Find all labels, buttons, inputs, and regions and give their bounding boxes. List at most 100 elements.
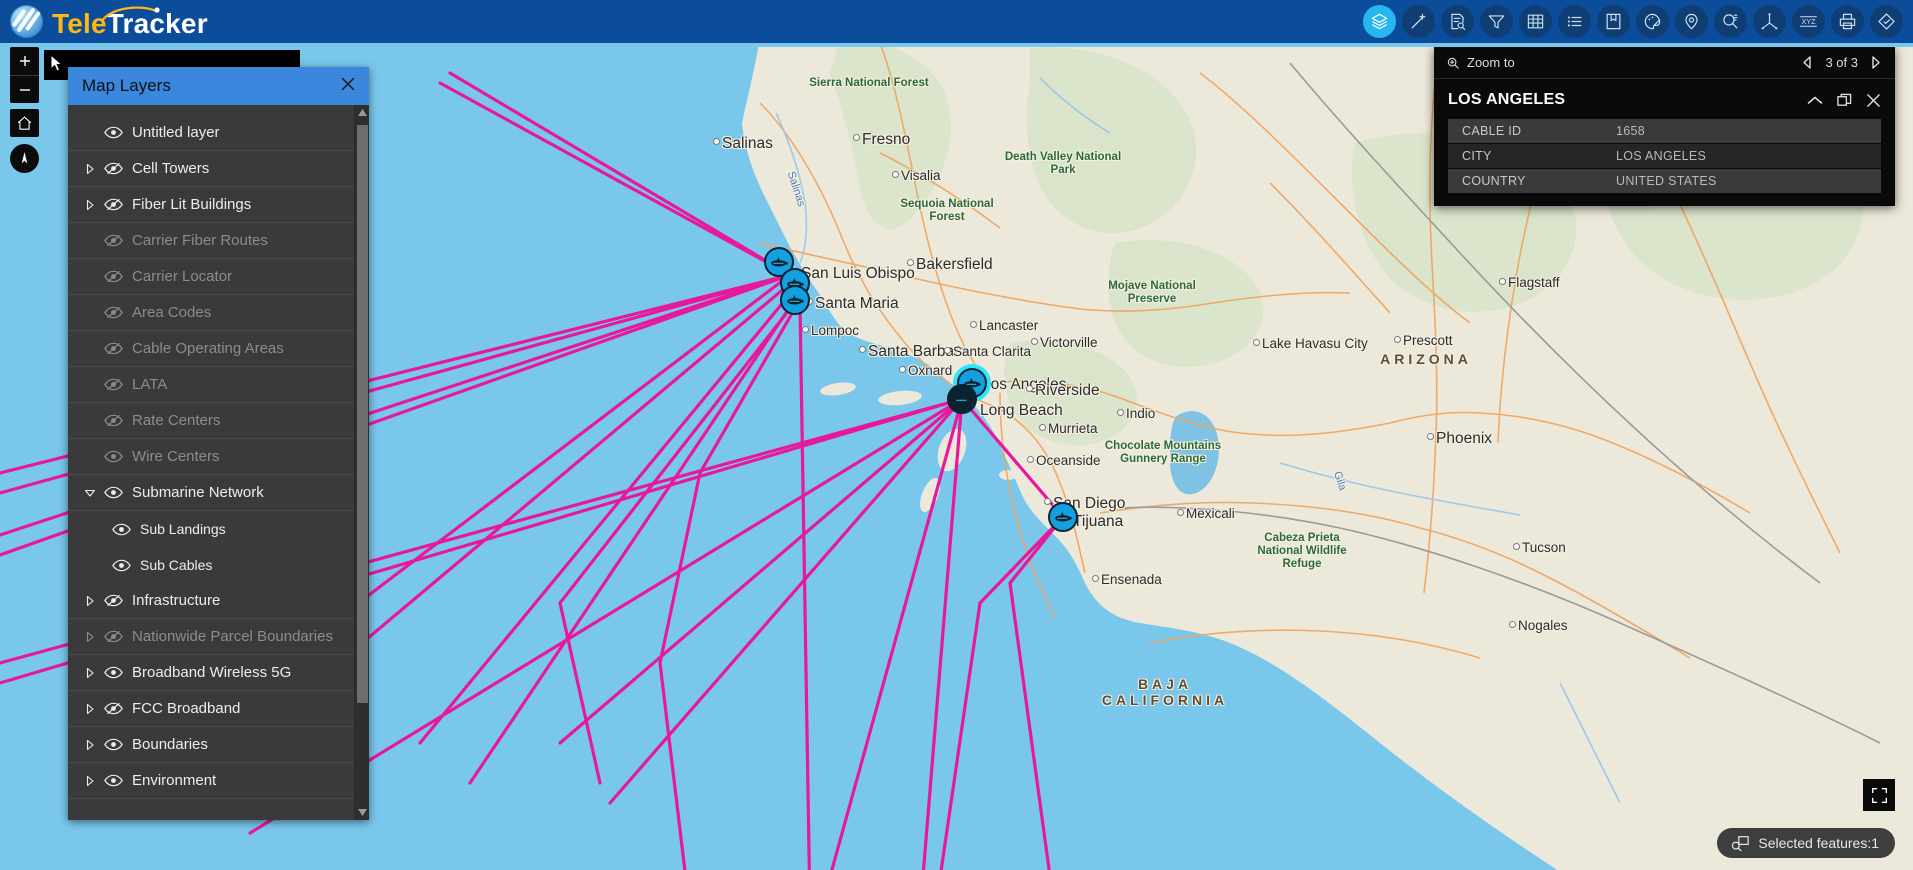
- submarine-icon: [953, 393, 971, 403]
- location-pin-icon[interactable]: [1675, 5, 1708, 38]
- layers-icon[interactable]: [1363, 5, 1396, 38]
- sketch-draw-icon[interactable]: [1402, 5, 1435, 38]
- chevron-right-icon[interactable]: [84, 739, 95, 750]
- eye-visible-icon[interactable]: [104, 126, 123, 139]
- scroll-up-arrow[interactable]: [355, 105, 369, 120]
- zoom-in-button[interactable]: [10, 47, 39, 75]
- layer-row-sub-landings[interactable]: Sub Landings: [68, 511, 354, 547]
- chevron-down-icon[interactable]: [84, 488, 95, 498]
- diamond-tag-icon[interactable]: [1870, 5, 1903, 38]
- layer-label: Carrier Fiber Routes: [132, 231, 268, 249]
- layer-row-fiber-lit-buildings[interactable]: Fiber Lit Buildings: [68, 187, 354, 223]
- document-search-icon[interactable]: [1441, 5, 1474, 38]
- selected-features-label: Selected features:1: [1758, 835, 1879, 851]
- chevron-right-icon[interactable]: [84, 631, 95, 642]
- eye-hidden-icon[interactable]: [104, 198, 123, 211]
- chevron-right-icon[interactable]: [84, 703, 95, 714]
- layer-row-cable-operating-areas[interactable]: Cable Operating Areas: [68, 331, 354, 367]
- eye-visible-icon[interactable]: [112, 559, 131, 572]
- chevron-right-icon[interactable]: [84, 667, 95, 678]
- eye-hidden-icon[interactable]: [104, 378, 123, 391]
- search-circle-icon[interactable]: [1714, 5, 1747, 38]
- layers-scrollbar[interactable]: [354, 105, 369, 820]
- submarine-icon: [770, 256, 788, 266]
- layer-row-sub-cables[interactable]: Sub Cables: [68, 547, 354, 583]
- chevron-right-icon[interactable]: [84, 199, 95, 210]
- eye-hidden-icon[interactable]: [104, 342, 123, 355]
- popup-actions: [1807, 93, 1881, 108]
- eye-visible-icon[interactable]: [104, 774, 123, 787]
- home-button[interactable]: [10, 109, 39, 137]
- print-icon[interactable]: [1831, 5, 1864, 38]
- list-icon[interactable]: [1558, 5, 1591, 38]
- eye-hidden-icon[interactable]: [104, 162, 123, 175]
- layer-row-submarine-network[interactable]: Submarine Network: [68, 475, 354, 511]
- city-dot: [802, 326, 809, 333]
- layer-row-lata[interactable]: LATA: [68, 367, 354, 403]
- measure-axis-icon[interactable]: [1753, 5, 1786, 38]
- layer-row-boundaries[interactable]: Boundaries: [68, 727, 354, 763]
- eye-hidden-icon[interactable]: [104, 234, 123, 247]
- city-dot: [1039, 424, 1046, 431]
- brand-logo-area[interactable]: TeleTracker: [0, 5, 208, 38]
- submarine-landing-marker[interactable]: [947, 384, 977, 414]
- eye-visible-icon[interactable]: [104, 738, 123, 751]
- feature-popup: Zoom to 3 of 3 LOS ANGELES CABLE ID 1658…: [1434, 47, 1895, 206]
- eye-hidden-icon[interactable]: [104, 702, 123, 715]
- chevron-right-icon[interactable]: [84, 775, 95, 786]
- zoom-out-button[interactable]: [10, 75, 39, 103]
- eye-hidden-icon[interactable]: [104, 414, 123, 427]
- eye-hidden-icon[interactable]: [104, 594, 123, 607]
- layer-row-environment[interactable]: Environment: [68, 763, 354, 799]
- locate-button[interactable]: [10, 144, 39, 173]
- layer-row-broadband-wireless-5g[interactable]: Broadband Wireless 5G: [68, 655, 354, 691]
- selected-features-badge[interactable]: Selected features:1: [1717, 828, 1895, 858]
- scrollbar-thumb[interactable]: [357, 125, 368, 703]
- eye-hidden-icon[interactable]: [104, 306, 123, 319]
- chevron-up-icon[interactable]: [1807, 95, 1823, 106]
- filter-icon[interactable]: [1480, 5, 1513, 38]
- eye-visible-icon[interactable]: [104, 486, 123, 499]
- layer-row-fcc-broadband[interactable]: FCC Broadband: [68, 691, 354, 727]
- eye-visible-icon[interactable]: [104, 666, 123, 679]
- chevron-left-icon[interactable]: [1802, 56, 1813, 69]
- city-dot: [899, 366, 906, 373]
- submarine-landing-marker[interactable]: [780, 285, 810, 315]
- layer-label: Wire Centers: [132, 447, 220, 465]
- city-dot: [713, 138, 720, 145]
- chevron-right-icon[interactable]: [1870, 56, 1881, 69]
- layer-row-untitled-layer[interactable]: Untitled layer: [68, 115, 354, 151]
- layer-row-rate-centers[interactable]: Rate Centers: [68, 403, 354, 439]
- application-root: TeleTracker XYZ Salinas Fresno Visalia B…: [0, 0, 1913, 870]
- layer-row-infrastructure[interactable]: Infrastructure: [68, 583, 354, 619]
- eye-visible-icon[interactable]: [104, 450, 123, 463]
- map-layers-header: Map Layers: [68, 67, 369, 105]
- zoom-to-button[interactable]: Zoom to: [1446, 55, 1515, 70]
- eye-hidden-icon[interactable]: [104, 630, 123, 643]
- globe-stripes-logo: [10, 5, 43, 38]
- city-dot: [1253, 339, 1260, 346]
- layer-row-area-codes[interactable]: Area Codes: [68, 295, 354, 331]
- palette-icon[interactable]: [1636, 5, 1669, 38]
- xyz-coordinates-icon[interactable]: XYZ: [1792, 5, 1825, 38]
- eye-hidden-icon[interactable]: [104, 270, 123, 283]
- layer-row-cell-towers[interactable]: Cell Towers: [68, 151, 354, 187]
- bookmark-icon[interactable]: [1597, 5, 1630, 38]
- layer-row-carrier-locator[interactable]: Carrier Locator: [68, 259, 354, 295]
- eye-visible-icon[interactable]: [112, 523, 131, 536]
- close-icon[interactable]: [1866, 93, 1881, 108]
- chevron-right-icon[interactable]: [84, 595, 95, 606]
- layer-row-wire-centers[interactable]: Wire Centers: [68, 439, 354, 475]
- fullscreen-button[interactable]: [1863, 779, 1895, 811]
- popup-attribute-table: CABLE ID 1658 CITY LOS ANGELES COUNTRY UNITED…: [1434, 119, 1895, 206]
- scroll-down-arrow[interactable]: [358, 805, 367, 820]
- layer-row-nationwide-parcel-boundaries[interactable]: Nationwide Parcel Boundaries: [68, 619, 354, 655]
- dock-icon[interactable]: [1837, 93, 1852, 108]
- table-icon[interactable]: [1519, 5, 1552, 38]
- submarine-landing-marker[interactable]: [1048, 502, 1078, 532]
- layer-row-carrier-fiber-routes[interactable]: Carrier Fiber Routes: [68, 223, 354, 259]
- city-dot: [944, 347, 951, 354]
- popup-title: LOS ANGELES: [1448, 91, 1566, 108]
- chevron-right-icon[interactable]: [84, 163, 95, 174]
- close-icon[interactable]: [339, 75, 357, 97]
